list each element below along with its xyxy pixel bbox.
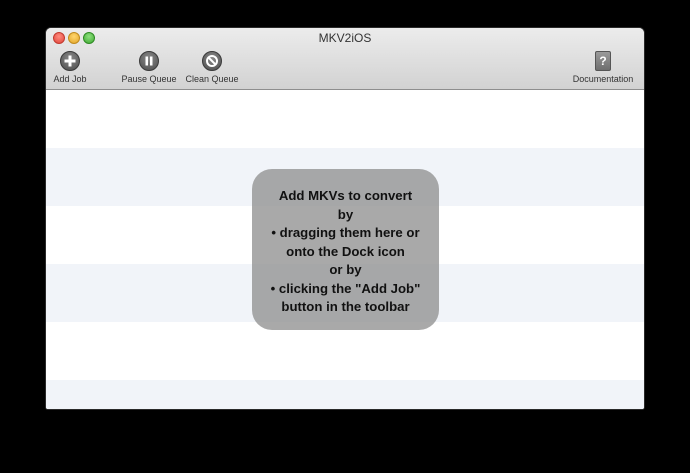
window-title: MKV2iOS xyxy=(318,31,372,45)
drop-hint-panel: Add MKVs to convert by • dragging them h… xyxy=(252,169,439,330)
documentation-label: Documentation xyxy=(572,74,634,84)
plus-circle-icon xyxy=(60,51,80,71)
documentation-button[interactable]: ? Documentation xyxy=(569,51,637,84)
hint-line: by xyxy=(337,206,354,222)
clean-queue-button[interactable]: Clean Queue xyxy=(184,51,240,84)
list-row xyxy=(46,322,644,380)
title-toolbar: MKV2iOS Add Job Pause Queue Clean Queue … xyxy=(46,28,644,90)
app-window: MKV2iOS Add Job Pause Queue Clean Queue … xyxy=(46,28,644,409)
pause-circle-icon xyxy=(139,51,159,71)
hint-line: or by xyxy=(329,262,362,277)
hint-line: • dragging them here or xyxy=(271,225,420,240)
hint-line: onto the Dock icon xyxy=(286,243,405,259)
list-row xyxy=(46,380,644,409)
pause-queue-button[interactable]: Pause Queue xyxy=(120,51,178,84)
hint-line: Add MKVs to convert xyxy=(278,188,413,203)
pause-queue-label: Pause Queue xyxy=(121,74,177,84)
add-job-label: Add Job xyxy=(53,74,87,84)
prohibited-circle-icon xyxy=(202,51,222,71)
add-job-button[interactable]: Add Job xyxy=(52,51,88,84)
hint-line: button in the toolbar xyxy=(281,299,410,314)
clean-queue-label: Clean Queue xyxy=(185,74,239,84)
list-row xyxy=(46,90,644,148)
hint-line: • clicking the "Add Job" xyxy=(270,280,421,296)
help-book-icon: ? xyxy=(595,51,611,71)
